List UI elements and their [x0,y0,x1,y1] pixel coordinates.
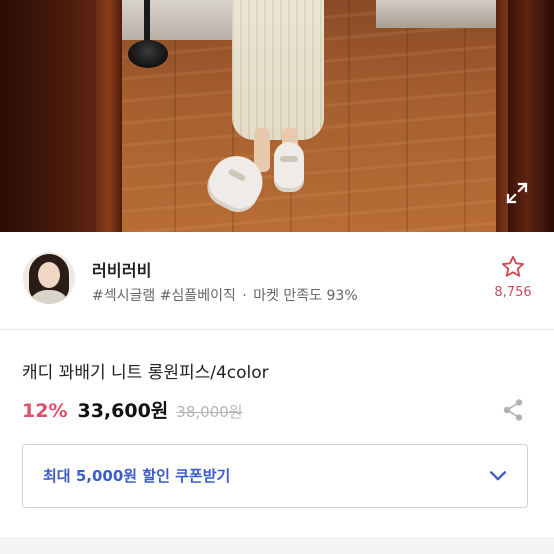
expand-button[interactable] [502,178,532,208]
star-outline-icon [502,255,524,277]
avatar-face [38,262,60,288]
coupon-label: 최대 5,000원 할인 쿠폰받기 [43,467,231,485]
favorite-button[interactable]: 8,756 [486,254,540,306]
chevron-down-icon [489,471,507,481]
photo-dress [232,0,324,140]
photo-wall-right [376,0,496,28]
photo-stand-base [128,40,168,68]
seller-tags[interactable]: #섹시글램 #심플베이직 [92,288,236,304]
share-icon [503,399,523,421]
original-price: 38,000원 [176,403,243,421]
product-photo[interactable] [0,0,554,232]
product-title: 캐디 꽈배기 니트 롱원피스/4color [22,363,269,383]
share-button[interactable] [500,396,526,424]
seller-name[interactable]: 러비러비 [92,257,152,281]
photo-shoe-right [274,142,304,192]
section-divider [0,538,554,554]
mirror-frame-left-inner [96,0,122,232]
sale-price: 33,600원 [77,400,169,422]
favorite-count: 8,756 [494,285,532,300]
seller-avatar[interactable] [23,252,75,304]
coupon-button[interactable]: 최대 5,000원 할인 쿠폰받기 [22,444,528,508]
seller-tags-line: #섹시글램 #심플베이직 · 마켓 만족도 93% [92,285,358,305]
seller-info: 러비러비 #섹시글램 #심플베이직 · 마켓 만족도 93% 8,756 [0,232,554,330]
photo-buckle-right [280,156,298,162]
discount-rate: 12% [22,400,68,422]
price-row: 12% 33,600원 38,000원 [22,396,243,423]
separator-dot: · [242,288,247,304]
market-satisfaction: 마켓 만족도 93% [253,288,358,304]
expand-icon [506,182,528,204]
